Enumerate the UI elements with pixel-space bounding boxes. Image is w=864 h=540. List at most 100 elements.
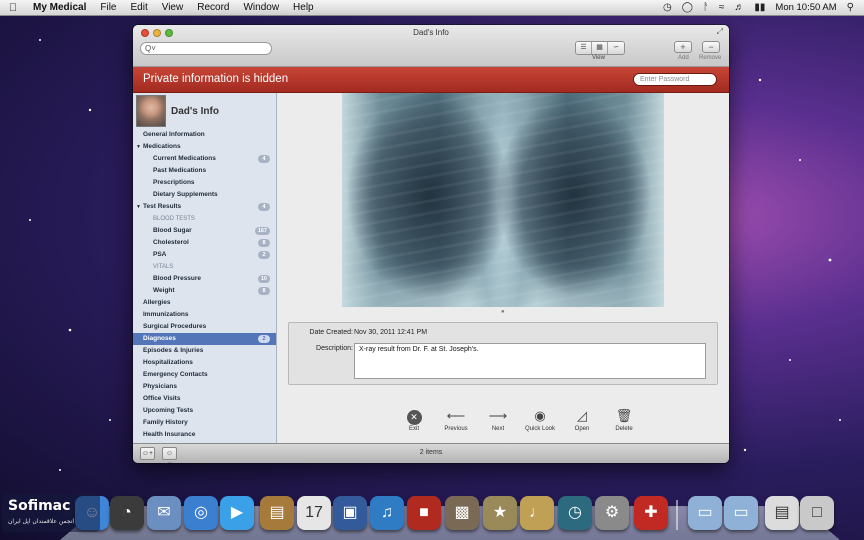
detail-view-icon[interactable]: ▦ [592,42,608,54]
apple-menu-icon[interactable]:  [0,2,26,14]
photo-booth-icon[interactable]: ▣ [333,496,367,530]
chat-status-icon[interactable]: ◯ [682,2,693,13]
exit-label: Exit [408,426,419,432]
chart-view-icon[interactable]: ∽ [608,42,624,54]
garageband-icon[interactable]: ♩ [520,496,554,530]
menu-file[interactable]: File [93,2,123,13]
delete-button[interactable]: 🗑 Delete [605,407,643,432]
volume-icon[interactable]: ♬ [734,2,744,13]
count-badge: 8 [258,239,270,247]
quick-look-button[interactable]: ◉ Quick Look [521,407,559,432]
sidebar-item-immunizations[interactable]: Immunizations [133,309,276,321]
remove-button[interactable]: − [702,41,720,53]
sidebar-item-hospitalizations[interactable]: Hospitalizations [133,357,276,369]
sidebar-section-blood-tests: BLOOD TESTS [133,213,276,225]
sidebar-item-surgical-procedures[interactable]: Surgical Procedures [133,321,276,333]
status-bar: ☺+ ☺☺ 2 items [133,443,729,463]
open-icon: ◿ [577,408,587,423]
trash-can-icon[interactable]: □ [800,496,834,530]
sidebar-item-cholesterol[interactable]: Cholesterol 8 [133,237,276,249]
sidebar: Dad's Info General Information ▼ Medicatio… [133,93,277,443]
spotlight-search-icon[interactable]: ⚲ [847,2,854,13]
menu-app-name[interactable]: My Medical [26,2,93,13]
sidebar-item-label: Diagnoses [143,335,176,342]
menu-record[interactable]: Record [190,2,236,13]
sidebar-item-diagnoses[interactable]: Diagnoses 2 [133,333,276,345]
fullscreen-icon[interactable]: ⤢ [717,27,723,37]
sidebar-item-past-medications[interactable]: Past Medications [133,165,276,177]
search-input[interactable]: Q˅ [140,42,272,55]
sidebar-item-general-information[interactable]: General Information [133,129,276,141]
split-handle-icon[interactable]: ● [501,309,505,315]
sidebar-item-allergies[interactable]: Allergies [133,297,276,309]
eye-icon: ◉ [534,408,546,423]
ical-icon[interactable]: 17 [297,496,331,530]
open-button[interactable]: ◿ Open [563,407,601,432]
photo-booth-red-icon[interactable]: ■ [407,496,441,530]
profile-header[interactable]: Dad's Info [133,93,276,129]
my-medical-icon[interactable]: ✚ [634,496,668,530]
facetime-icon[interactable]: ▶ [220,496,254,530]
sidebar-item-office-visits[interactable]: Office Visits [133,393,276,405]
address-book-icon[interactable]: ▤ [260,496,294,530]
sidebar-item-weight[interactable]: Weight 8 [133,285,276,297]
sidebar-item-family-history[interactable]: Family History [133,417,276,429]
pdf-document-icon[interactable]: ▤ [765,496,799,530]
sidebar-item-health-insurance[interactable]: Health Insurance [133,429,276,441]
battery-icon[interactable]: ▮▮ [754,2,765,13]
sidebar-item-blood-sugar[interactable]: Blood Sugar 167 [133,225,276,237]
sidebar-item-label: Emergency Contacts [143,371,208,378]
time-machine-icon[interactable]: ◷ [558,496,592,530]
itunes-icon[interactable]: ♫ [370,496,404,530]
wifi-icon[interactable]: ≈ [719,2,725,13]
sidebar-item-label: Dietary Supplements [153,191,218,198]
list-view-icon[interactable]: ☰ [576,42,592,54]
sidebar-item-label: BLOOD TESTS [153,216,195,222]
safari-icon[interactable]: ◎ [184,496,218,530]
next-button[interactable]: ⟶ Next [479,407,517,432]
sidebar-item-label: Hospitalizations [143,359,193,366]
menu-edit[interactable]: Edit [123,2,154,13]
disclosure-triangle-icon[interactable]: ▼ [136,141,141,153]
documents-folder-icon[interactable]: ▭ [724,496,758,530]
disclosure-triangle-icon[interactable]: ▼ [136,201,141,213]
sidebar-item-prescriptions[interactable]: Prescriptions [133,177,276,189]
dock-separator [676,500,678,530]
sidebar-item-current-medications[interactable]: Current Medications 4 [133,153,276,165]
count-badge: 8 [258,287,270,295]
sidebar-item-label: Physicians [143,383,177,390]
dashboard-icon[interactable]: ◔ [110,496,144,530]
remove-label: Remove [699,55,722,61]
menu-view[interactable]: View [155,2,191,13]
menu-help[interactable]: Help [286,2,321,13]
sidebar-item-episodes-injuries[interactable]: Episodes & Injuries [133,345,276,357]
applications-folder-icon[interactable]: ▭ [688,496,722,530]
bluetooth-icon[interactable]: ᚨ [703,2,709,13]
menubar-clock[interactable]: Mon 10:50 AM [775,2,836,13]
count-badge: 4 [258,155,270,163]
menu-window[interactable]: Window [236,2,286,13]
description-field[interactable]: X-ray result from Dr. F. at St. Joseph's… [354,343,706,379]
count-badge: 10 [257,275,270,283]
exit-button[interactable]: ✕ Exit [395,407,433,432]
imovie-icon[interactable]: ★ [483,496,517,530]
window-body: Dad's Info General Information ▼ Medicatio… [133,93,729,443]
iphoto-icon[interactable]: ▩ [445,496,479,530]
sidebar-item-physicians[interactable]: Physicians [133,381,276,393]
time-machine-status-icon[interactable]: ◷ [663,2,672,13]
sidebar-item-blood-pressure[interactable]: Blood Pressure 10 [133,273,276,285]
sidebar-item-upcoming-tests[interactable]: Upcoming Tests [133,405,276,417]
sidebar-item-test-results[interactable]: ▼ Test Results 4 [133,201,276,213]
sidebar-item-psa[interactable]: PSA 2 [133,249,276,261]
sidebar-item-emergency-contacts[interactable]: Emergency Contacts [133,369,276,381]
add-button[interactable]: + [674,41,692,53]
system-preferences-icon[interactable]: ⚙ [595,496,629,530]
sidebar-item-medications[interactable]: ▼ Medications [133,141,276,153]
items-count: 2 items [419,449,443,456]
previous-button[interactable]: ⟵ Previous [437,407,475,432]
mail-icon[interactable]: ✉ [147,496,181,530]
password-input[interactable]: Enter Password [633,73,717,86]
sidebar-item-dietary-supplements[interactable]: Dietary Supplements [133,189,276,201]
window-title: Dad's Info [413,28,449,37]
xray-image[interactable] [342,93,664,307]
